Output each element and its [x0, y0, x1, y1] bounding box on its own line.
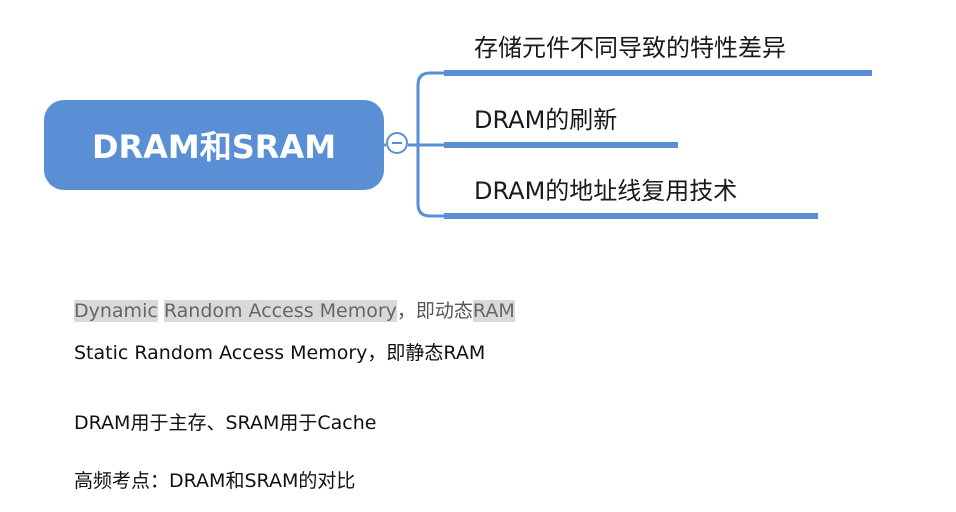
note-line-usage: DRAM用于主存、SRAM用于Cache	[74, 412, 377, 434]
branch-label: DRAM的地址线复用技术	[474, 177, 738, 205]
note-text: ，即动态	[396, 300, 473, 322]
branch-node-1[interactable]: 存储元件不同导致的特性差异	[444, 28, 874, 80]
note-line-dram-definition: Dynamic Random Access Memory，即动态RAM	[74, 296, 515, 323]
minus-icon	[392, 142, 402, 144]
collapse-button[interactable]	[386, 132, 408, 154]
branch-underline	[444, 213, 818, 219]
branch-underline	[444, 70, 872, 76]
branch-label: DRAM的刷新	[474, 106, 618, 134]
note-line-exam-focus: 高频考点：DRAM和SRAM的对比	[74, 470, 356, 492]
branch-node-2[interactable]: DRAM的刷新	[444, 100, 684, 152]
branch-node-3[interactable]: DRAM的地址线复用技术	[444, 171, 824, 223]
branch-label: 存储元件不同导致的特性差异	[474, 34, 786, 62]
note-text: Dynamic	[74, 300, 158, 322]
branch-underline	[444, 142, 678, 148]
note-text	[158, 300, 164, 322]
note-text: Random Access Memory	[163, 300, 397, 322]
root-node-label: DRAM和SRAM	[91, 128, 337, 166]
note-text: RAM	[472, 300, 515, 322]
note-line-sram-definition: Static Random Access Memory，即静态RAM	[74, 342, 486, 364]
mindmap: DRAM和SRAM 存储元件不同导致的特性差异 DRAM的刷新 DRAM的地址线…	[0, 0, 956, 240]
root-node[interactable]: DRAM和SRAM	[44, 100, 384, 190]
